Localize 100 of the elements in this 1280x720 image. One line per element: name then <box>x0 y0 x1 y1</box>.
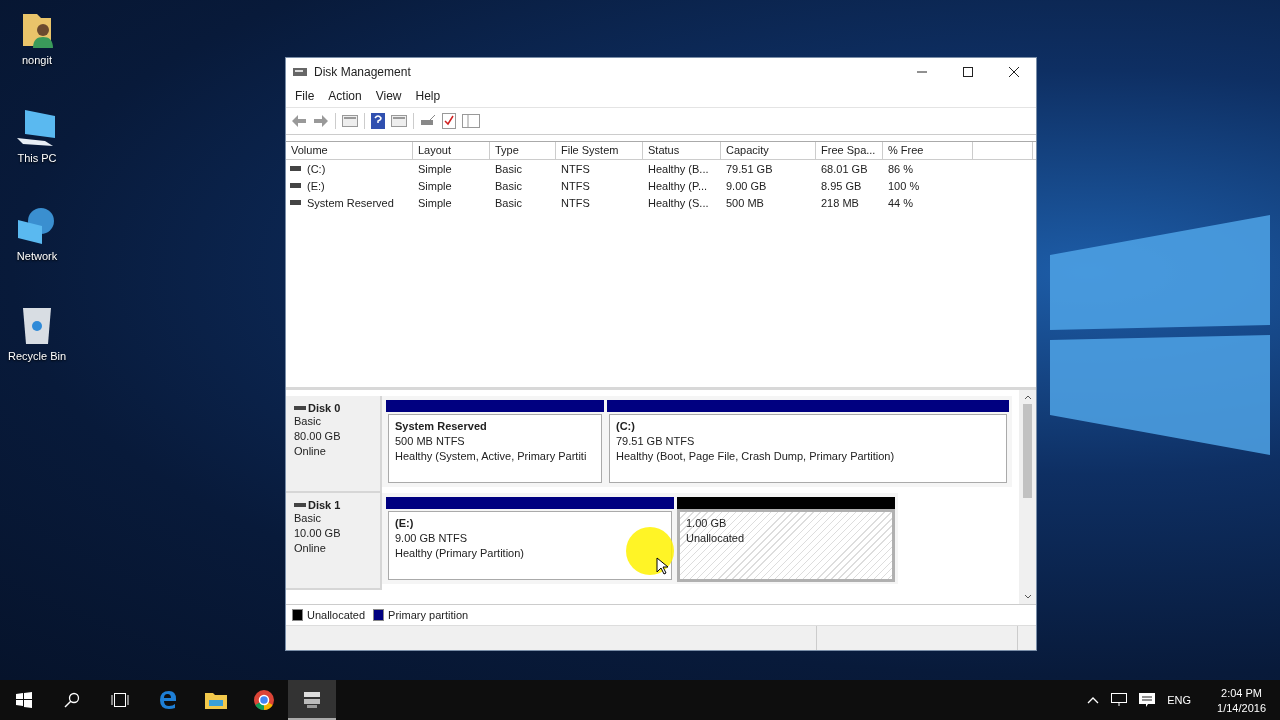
table-cell: Basic <box>495 179 522 192</box>
desktop-icon-label[interactable]: This PC <box>17 152 57 164</box>
taskbar-app[interactable] <box>288 680 336 720</box>
column-header[interactable]: Layout <box>413 142 490 159</box>
table-cell: Simple <box>418 162 452 175</box>
column-header[interactable]: Volume <box>286 142 413 159</box>
table-cell[interactable]: System Reserved <box>307 196 394 209</box>
checklist-icon[interactable] <box>442 113 456 129</box>
round-browser-icon <box>253 689 275 711</box>
volume-icon <box>290 166 301 171</box>
pane-icon[interactable] <box>342 114 358 128</box>
table-cell[interactable]: (C:) <box>307 162 326 175</box>
table-cell: 44 % <box>888 196 914 209</box>
partition-block[interactable]: System Reserved 500 MB NTFS Healthy (System, Active, Primary Partiti <box>388 414 602 483</box>
legend-label: Primary partition <box>388 609 469 621</box>
clock[interactable]: 2:04 PM 1/14/2016 <box>1217 686 1266 714</box>
table-cell: 79.51 GB <box>726 162 773 175</box>
input-language[interactable]: ENG <box>1167 694 1192 706</box>
table-cell: 9.00 GB <box>726 179 767 192</box>
unallocated-space[interactable]: 1.00 GB Unallocated <box>677 509 895 582</box>
partition-status: Healthy (Primary Partition) <box>395 546 525 561</box>
disk-info-panel[interactable]: Disk 1 Basic 10.00 GB Online <box>286 493 382 590</box>
table-cell: 100 % <box>888 179 920 192</box>
column-header[interactable]: Type <box>490 142 556 159</box>
partition-size: 500 MB NTFS <box>395 434 466 449</box>
column-header[interactable]: File System <box>556 142 643 159</box>
column-header[interactable]: Capacity <box>721 142 816 159</box>
table-cell: Healthy (S... <box>648 196 709 209</box>
partition-block[interactable]: (C:) 79.51 GB NTFS Healthy (Boot, Page File, Crash Dump, Primary Partition) <box>609 414 1007 483</box>
search-icon[interactable] <box>64 692 80 708</box>
disk-name: Disk 1 <box>294 499 380 511</box>
disk-size: 80.00 GB <box>294 429 342 444</box>
table-cell: NTFS <box>561 196 590 209</box>
column-header[interactable]: Status <box>643 142 721 159</box>
table-cell: Basic <box>495 162 522 175</box>
table-cell: 86 % <box>888 162 914 175</box>
close-icon[interactable] <box>1008 66 1020 78</box>
letter-e-browser-icon <box>158 690 178 710</box>
maximize-icon[interactable] <box>962 66 974 78</box>
volume-icon <box>290 200 301 205</box>
disk-type: Basic <box>294 511 322 526</box>
partition-block[interactable]: (E:) 9.00 GB NTFS Healthy (Primary Partition) <box>388 511 672 580</box>
disk-state: Online <box>294 541 327 556</box>
back-arrow-icon[interactable] <box>291 114 307 128</box>
table-cell: 218 MB <box>821 196 859 209</box>
table-cell: Simple <box>418 179 452 192</box>
partition-status: Unallocated <box>686 531 746 546</box>
disk-stack-icon <box>302 690 322 708</box>
column-header[interactable]: Free Spa... <box>816 142 883 159</box>
table-cell: Healthy (P... <box>648 179 708 192</box>
notification-icon[interactable] <box>1139 692 1156 708</box>
disk-type: Basic <box>294 414 322 429</box>
help-icon[interactable] <box>371 113 385 129</box>
network-monitor-icon[interactable] <box>1111 693 1128 707</box>
table-cell: 500 MB <box>726 196 764 209</box>
partition-title: (C:) <box>616 419 636 434</box>
table-cell: 8.95 GB <box>821 179 862 192</box>
menu-item[interactable]: View <box>375 89 402 103</box>
legend-label: Unallocated <box>307 609 366 621</box>
table-cell[interactable]: (E:) <box>307 179 325 192</box>
menu-item[interactable]: Help <box>415 89 441 103</box>
window-title: Disk Management <box>314 65 412 79</box>
menu-item[interactable]: Action <box>328 89 362 103</box>
cursor-icon <box>656 557 668 575</box>
task-view-icon[interactable] <box>111 693 129 707</box>
table-cell: Simple <box>418 196 452 209</box>
scroll-up-icon[interactable] <box>1023 394 1032 400</box>
partition-size: 9.00 GB NTFS <box>395 531 469 546</box>
partition-size: 79.51 GB NTFS <box>616 434 696 449</box>
partition-title: (E:) <box>395 516 415 531</box>
scroll-down-icon[interactable] <box>1023 594 1032 600</box>
menu-item[interactable]: File <box>295 89 315 103</box>
partition-title: System Reserved <box>395 419 488 434</box>
disk-connect-icon[interactable] <box>420 114 436 128</box>
partition-status: Healthy (System, Active, Primary Partiti <box>395 449 588 464</box>
volume-icon <box>290 183 301 188</box>
pane-icon[interactable] <box>391 114 407 128</box>
column-header[interactable]: % Free <box>883 142 973 159</box>
desktop-icon-label[interactable]: Recycle Bin <box>7 350 67 362</box>
table-cell: Basic <box>495 196 522 209</box>
disk-drive-icon <box>292 65 308 79</box>
table-cell: 68.01 GB <box>821 162 868 175</box>
table-cell: NTFS <box>561 162 590 175</box>
desktop-icon-label[interactable]: nongit <box>22 54 52 66</box>
scrollbar-thumb[interactable] <box>1023 404 1032 498</box>
partition-status: Healthy (Boot, Page File, Crash Dump, Primary Partition) <box>616 449 896 464</box>
disk-state: Online <box>294 444 327 459</box>
partition-size: 1.00 GB <box>686 516 728 531</box>
table-cell: NTFS <box>561 179 590 192</box>
desktop-icon-label[interactable]: Network <box>16 250 58 262</box>
disk-name: Disk 0 <box>294 402 380 414</box>
disk-size: 10.00 GB <box>294 526 342 541</box>
scrollbar[interactable] <box>1019 390 1036 604</box>
table-cell: Healthy (B... <box>648 162 709 175</box>
chevron-up-icon[interactable] <box>1087 696 1100 704</box>
properties-pane-icon[interactable] <box>462 114 480 128</box>
forward-arrow-icon[interactable] <box>313 114 329 128</box>
start-icon[interactable] <box>16 692 32 708</box>
folder-icon <box>205 691 227 709</box>
disk-info-panel[interactable]: Disk 0 Basic 80.00 GB Online <box>286 396 382 493</box>
